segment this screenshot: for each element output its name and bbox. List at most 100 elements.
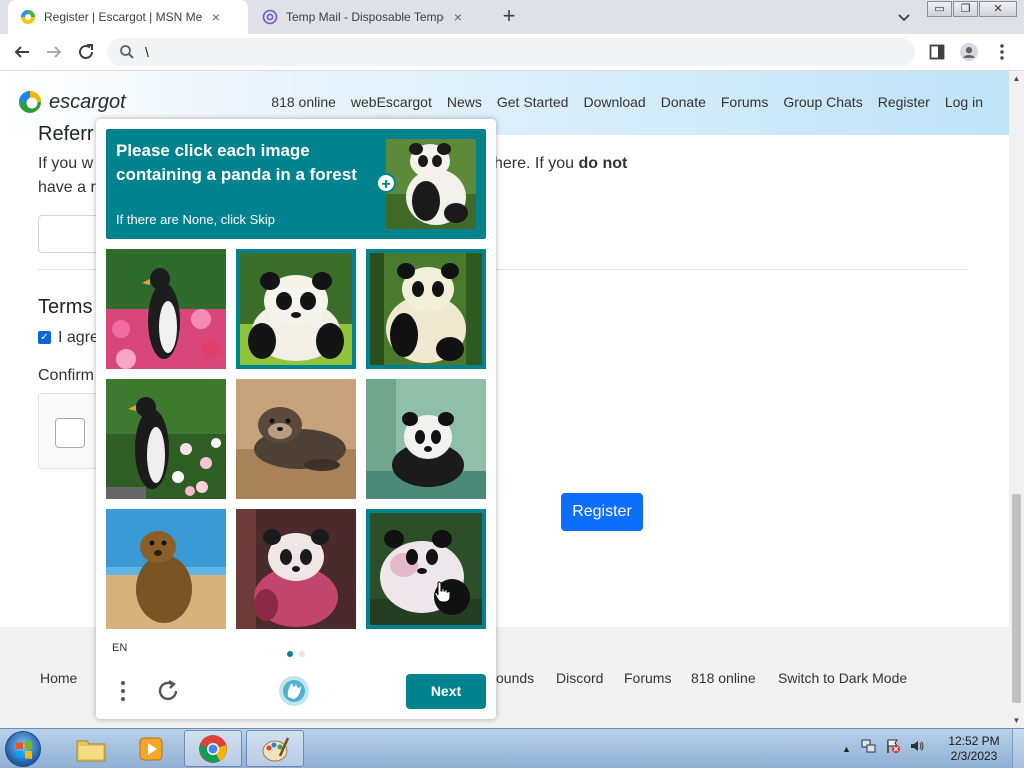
nav-register[interactable]: Register: [878, 94, 930, 110]
confirm-label: Confirm: [38, 367, 95, 384]
paint-icon: [262, 736, 290, 761]
tab-escargot-register[interactable]: Register | Escargot | MSN Messe ×: [8, 0, 248, 34]
nav-group-chats[interactable]: Group Chats: [783, 94, 862, 110]
clock-time: 12:52 PM: [948, 734, 1000, 748]
nav-log-in[interactable]: Log in: [945, 94, 983, 110]
chrome-icon: [199, 734, 227, 763]
volume-icon[interactable]: [909, 738, 925, 759]
sample-image[interactable]: [386, 139, 476, 229]
reload-icon[interactable]: [76, 42, 96, 62]
referral-text-line2: have a r: [38, 179, 96, 196]
footer-home[interactable]: Home: [40, 670, 77, 686]
scroll-up-icon[interactable]: ▲: [1009, 71, 1024, 86]
challenge-tile-7[interactable]: [106, 509, 226, 629]
hand-cursor-icon: [434, 581, 451, 603]
footer-online-count[interactable]: 818 online: [691, 670, 756, 686]
challenge-tile-5[interactable]: [236, 379, 356, 499]
network-icon[interactable]: [861, 738, 877, 759]
agree-checkbox[interactable]: ✓: [38, 331, 51, 344]
clock-date: 2/3/2023: [950, 749, 998, 763]
footer-discord[interactable]: Discord: [556, 670, 603, 686]
tab-strip: Register | Escargot | MSN Messe × Temp M…: [0, 0, 1024, 34]
media-player-icon: [139, 737, 163, 760]
footer-forums[interactable]: Forums: [624, 670, 671, 686]
add-icon[interactable]: +: [376, 173, 396, 193]
next-button[interactable]: Next: [406, 674, 486, 709]
back-arrow-icon[interactable]: [12, 42, 32, 62]
page-dot: [299, 651, 305, 657]
windows-taskbar: ▲ 12:52 PM 2/3/2023: [0, 728, 1024, 768]
show-desktop-button[interactable]: [1012, 729, 1024, 768]
address-bar[interactable]: \: [107, 38, 915, 66]
new-tab-button[interactable]: +: [498, 5, 520, 28]
tab-temp-mail[interactable]: Temp Mail - Disposable Tempora ×: [250, 0, 490, 34]
taskbar-chrome[interactable]: [184, 730, 242, 767]
escargot-logo-icon: [18, 89, 42, 115]
nav-get-started[interactable]: Get Started: [497, 94, 569, 110]
forward-arrow-icon[interactable]: [44, 42, 64, 62]
system-clock[interactable]: 12:52 PM 2/3/2023: [944, 734, 1004, 764]
scroll-down-icon[interactable]: ▼: [1009, 713, 1024, 728]
challenge-tile-3[interactable]: [366, 249, 486, 369]
nav-forums[interactable]: Forums: [721, 94, 768, 110]
captcha-checkbox[interactable]: [55, 418, 85, 448]
challenge-tile-1[interactable]: [106, 249, 226, 369]
tab-title: Register | Escargot | MSN Messe: [44, 10, 202, 24]
logo-text: escargot: [49, 90, 126, 113]
folder-icon: [76, 740, 106, 761]
challenge-tile-8[interactable]: [236, 509, 356, 629]
captcha-challenge: Please click each image containing a pan…: [96, 119, 496, 719]
referral-text-left: If you w: [38, 155, 94, 172]
challenge-tile-4[interactable]: [106, 379, 226, 499]
language-selector[interactable]: EN: [112, 642, 127, 654]
challenge-tile-2[interactable]: [236, 249, 356, 369]
nav-download[interactable]: Download: [583, 94, 645, 110]
agree-label: I agre: [58, 329, 99, 346]
nav-online-count[interactable]: 818 online: [271, 94, 336, 110]
escargot-logo[interactable]: escargot: [18, 89, 126, 115]
refresh-icon[interactable]: [156, 679, 180, 703]
nav-news[interactable]: News: [447, 94, 482, 110]
chevron-down-icon[interactable]: [896, 9, 912, 25]
profile-avatar-icon[interactable]: [960, 43, 978, 61]
action-center-flag-icon[interactable]: [885, 738, 901, 759]
hcaptcha-logo-icon[interactable]: [278, 675, 310, 707]
referral-heading: Referr: [38, 123, 94, 145]
restore-button[interactable]: ❐: [953, 1, 978, 17]
at-sign-icon: [262, 9, 278, 25]
chrome-favicon-icon: [20, 9, 36, 25]
tab-title: Temp Mail - Disposable Tempora: [286, 10, 444, 24]
register-button[interactable]: Register: [561, 493, 643, 531]
start-button[interactable]: [5, 731, 41, 767]
page-dot-active: [287, 651, 293, 657]
close-tab-icon[interactable]: ×: [450, 9, 466, 25]
page-scrollbar[interactable]: ▲ ▼: [1009, 71, 1024, 728]
nav-webescargot[interactable]: webEscargot: [351, 94, 432, 110]
footer-dark-mode[interactable]: Switch to Dark Mode: [778, 670, 907, 686]
side-panel-icon[interactable]: [928, 43, 946, 61]
taskbar-explorer[interactable]: [62, 730, 120, 767]
challenge-prompt: Please click each image containing a pan…: [106, 129, 486, 239]
address-text: \: [145, 44, 149, 60]
taskbar-paint[interactable]: [246, 730, 304, 767]
close-tab-icon[interactable]: ×: [208, 9, 224, 25]
referral-text-right: here. If you do not: [494, 155, 628, 172]
nav-donate[interactable]: Donate: [661, 94, 706, 110]
footer-sounds[interactable]: ounds: [496, 670, 534, 686]
menu-dots-icon[interactable]: [116, 679, 130, 703]
referral-text-bold: do not: [578, 155, 628, 172]
scrollbar-thumb[interactable]: [1012, 494, 1021, 703]
terms-heading: Terms: [38, 296, 93, 318]
site-nav: 818 online webEscargot News Get Started …: [256, 94, 983, 110]
challenge-question: Please click each image containing a pan…: [116, 141, 357, 184]
kebab-menu-icon[interactable]: [993, 43, 1011, 61]
tray-expand-icon[interactable]: ▲: [842, 744, 851, 754]
skip-hint: If there are None, click Skip: [116, 212, 275, 227]
search-icon: [119, 44, 135, 60]
minimize-button[interactable]: ▭: [927, 1, 952, 17]
challenge-tile-6[interactable]: [366, 379, 486, 499]
taskbar-media-player[interactable]: [122, 730, 180, 767]
challenge-tile-9[interactable]: [366, 509, 486, 629]
close-window-button[interactable]: ✕: [979, 1, 1017, 17]
browser-toolbar: \: [0, 34, 1024, 71]
